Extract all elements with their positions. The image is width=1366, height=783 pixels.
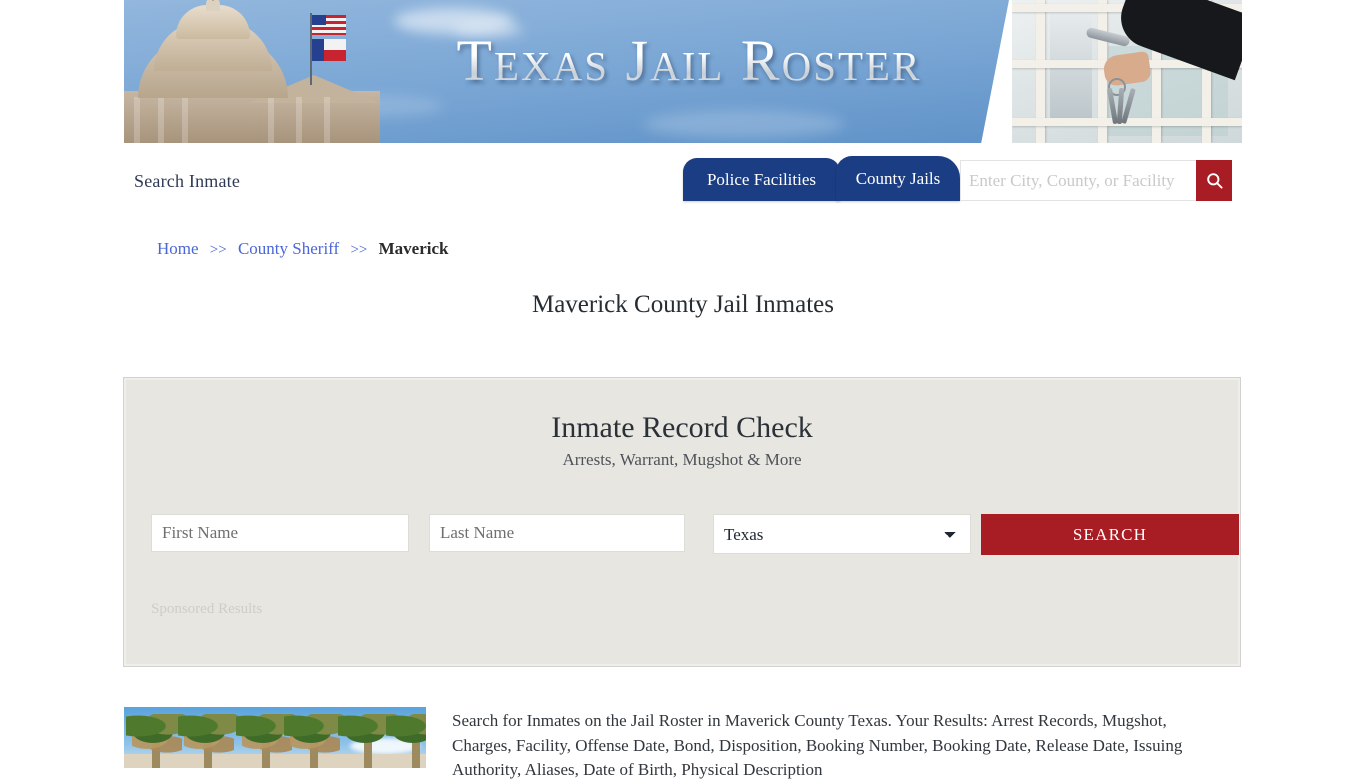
page-root: Texas Jail Roster Search Inmate Police F… [0,0,1366,779]
banner-title: Texas Jail Roster [339,30,1039,92]
site-banner: Texas Jail Roster [124,0,1242,143]
facility-search-button[interactable] [1196,160,1232,201]
county-thumbnail-image [124,707,426,768]
header-search [960,160,1232,203]
breadcrumb-item-county-sheriff[interactable]: County Sheriff [238,239,339,258]
inmate-search-form: Texas SEARCH [151,514,1239,555]
first-name-input[interactable] [151,514,409,552]
cloud-decoration [644,110,844,138]
breadcrumb: Home >> County Sheriff >> Maverick [157,239,448,259]
tab-police-facilities[interactable]: Police Facilities [683,158,840,201]
breadcrumb-separator: >> [350,242,368,258]
last-name-input[interactable] [429,514,685,552]
state-select[interactable]: Texas [713,514,971,554]
breadcrumb-separator: >> [209,242,227,258]
card-title: Inmate Record Check [551,411,813,444]
inmate-record-check-card: Inmate Record Check Arrests, Warrant, Mu… [123,377,1241,667]
page-title: Maverick County Jail Inmates [531,291,834,318]
header-nav: Search Inmate Police Facilities County J… [124,143,1242,221]
inmate-search-button[interactable]: SEARCH [981,514,1239,555]
breadcrumb-item-current: Maverick [378,239,449,258]
jail-door-image [1012,0,1242,143]
county-description-text: Search for Inmates on the Jail Roster in… [452,711,1183,779]
breadcrumb-item-home[interactable]: Home [157,239,199,258]
facility-search-input[interactable] [960,160,1196,201]
sponsored-results-label: Sponsored Results [151,601,263,617]
card-subtitle: Arrests, Warrant, Mugshot & More [562,450,802,469]
search-icon [1206,173,1223,189]
nav-brand-search-inmate[interactable]: Search Inmate [134,171,240,192]
tab-county-jails[interactable]: County Jails [836,156,960,201]
